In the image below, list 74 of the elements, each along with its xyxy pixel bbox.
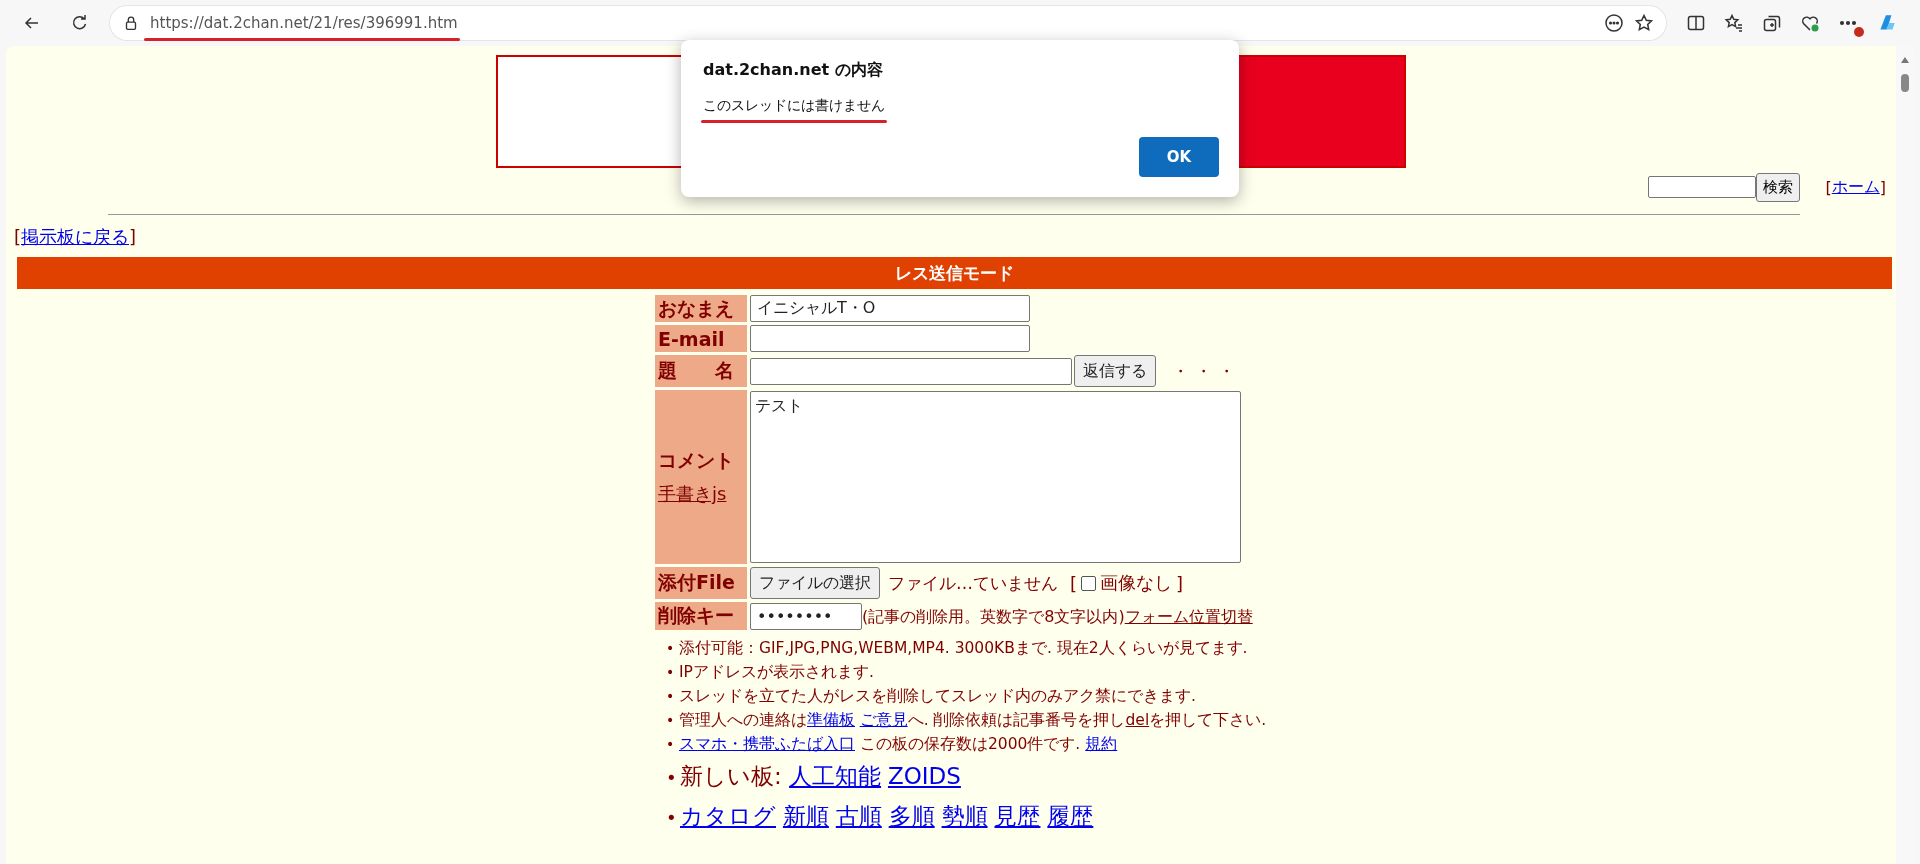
field-label: おなまえ: [655, 295, 747, 322]
bullet: •: [666, 639, 676, 658]
field-label: 題 名: [655, 355, 747, 387]
mode-bar: レス送信モード: [17, 257, 1892, 289]
password-field[interactable]: ••••••••: [750, 603, 862, 630]
reply-button[interactable]: 返信する: [1074, 355, 1156, 387]
link[interactable]: ZOIDS: [887, 760, 961, 794]
name-field[interactable]: イニシャルT・O: [750, 295, 1030, 322]
scroll-up-icon[interactable]: [1900, 56, 1910, 64]
link[interactable]: 新順: [782, 800, 829, 834]
file-status: ファイル…ていません: [888, 571, 1058, 595]
field-label: 添付File: [655, 567, 747, 599]
home-link[interactable]: ホーム: [1831, 176, 1880, 198]
field-label: コメント: [658, 448, 735, 473]
more-circle-icon[interactable]: [1604, 13, 1624, 33]
link[interactable]: スマホ・携帯ふたば入口: [679, 733, 855, 756]
dialog-title: dat.2chan.net の内容: [703, 60, 884, 81]
note-text: (記事の削除用。英数字で8文字以内): [862, 605, 1125, 628]
bracket: ]: [129, 226, 137, 247]
handwriting-link[interactable]: 手書きjs: [658, 482, 744, 506]
link[interactable]: del: [1125, 709, 1150, 732]
field-label: 削除キー: [655, 602, 747, 630]
bullet: •: [666, 711, 676, 730]
checkbox[interactable]: [1081, 575, 1097, 591]
bullet: •: [666, 766, 678, 790]
note-text: 管理人への連絡は: [679, 710, 807, 731]
layout-toggle-link[interactable]: フォーム位置切替: [1124, 603, 1253, 630]
link[interactable]: カタログ: [680, 800, 776, 834]
search-field[interactable]: [1647, 176, 1756, 198]
ok-button[interactable]: OK: [1139, 137, 1219, 177]
bracket: [: [1070, 572, 1078, 594]
dialog-message: このスレッドには書けません: [703, 97, 885, 113]
link[interactable]: 準備板: [807, 709, 855, 732]
link[interactable]: 多順: [888, 800, 935, 834]
checkbox-label: 画像なし: [1100, 571, 1173, 595]
scroll-thumb[interactable]: [1901, 74, 1909, 92]
notification-dot: [1854, 27, 1864, 37]
address-bar[interactable]: https://dat.2chan.net/21/res/396991.htm: [110, 6, 1666, 40]
link[interactable]: 履歴: [1047, 800, 1094, 834]
dots-text: ・・・: [1172, 359, 1241, 383]
note-text: IPアドレスが表示されます.: [679, 662, 874, 683]
note-text: を押して下さい.: [1149, 710, 1267, 731]
collections-icon[interactable]: [1762, 13, 1782, 33]
bullet: •: [666, 806, 678, 830]
favorites-icon[interactable]: [1724, 13, 1744, 33]
bracket: ]: [1879, 177, 1886, 197]
note-text: 新しい板:: [680, 762, 783, 791]
link[interactable]: 見歴: [994, 800, 1041, 834]
email-field[interactable]: [750, 325, 1030, 352]
split-screen-icon[interactable]: [1686, 13, 1706, 33]
subject-field[interactable]: [750, 357, 1072, 385]
link[interactable]: 勢順: [941, 800, 988, 834]
bracket: [: [1825, 177, 1832, 197]
back-link[interactable]: 掲示板に戻る: [21, 226, 130, 247]
search-button[interactable]: 検索: [1755, 172, 1800, 202]
bracket: [: [14, 226, 22, 247]
note-text: この板の保存数は2000件です.: [858, 734, 1082, 755]
note-text: スレッドを立てた人がレスを削除してスレッド内のみアク禁にできます.: [679, 686, 1196, 707]
note-text: 添付可能：GIF,JPG,PNG,WEBM,MP4. 3000KBまで. 現在2人くらいが見てます.: [679, 638, 1248, 659]
url-text: https://dat.2chan.net/21/res/396991.htm: [150, 14, 458, 32]
link[interactable]: 古順: [835, 800, 882, 834]
bracket: ]: [1176, 572, 1184, 594]
link[interactable]: ご意見: [859, 709, 908, 732]
note-text: へ. 削除依頼は記事番号を押し: [907, 710, 1126, 731]
choose-file-button[interactable]: ファイルの選択: [750, 567, 880, 599]
bullet: •: [666, 735, 676, 754]
bullet: •: [666, 687, 676, 706]
link[interactable]: 人工知能: [789, 760, 882, 794]
star-icon[interactable]: [1634, 13, 1654, 33]
field-label: E-mail: [655, 325, 747, 352]
comment-field[interactable]: テスト: [750, 391, 1241, 563]
bullet: •: [666, 663, 676, 682]
link[interactable]: 規約: [1085, 733, 1118, 756]
heart-check-icon[interactable]: [1800, 13, 1820, 33]
